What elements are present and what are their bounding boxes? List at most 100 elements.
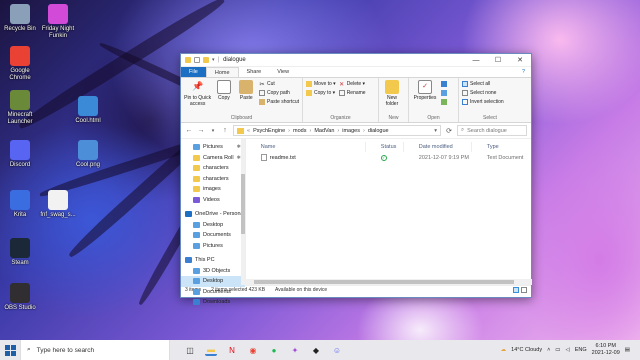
properties-quick-icon[interactable] xyxy=(194,57,200,63)
copy-to-button[interactable]: Copy to ▾ xyxy=(306,90,336,96)
address-dropdown-icon[interactable]: ▾ xyxy=(434,128,437,134)
nav-item[interactable]: OneDrive - Persona xyxy=(181,209,245,220)
desktop-icon[interactable]: Recycle Bin xyxy=(0,4,40,33)
title-bar[interactable]: ▾ | dialogue — ☐ ✕ xyxy=(181,54,531,67)
horizontal-scrollbar[interactable] xyxy=(245,279,532,285)
cut-button[interactable]: ✂ Cut xyxy=(259,81,299,88)
nav-item[interactable]: Pictures xyxy=(181,241,245,252)
start-button[interactable] xyxy=(0,340,20,360)
nav-item[interactable]: Camera Roll ✱ xyxy=(181,153,245,164)
weather-icon[interactable]: ☁ xyxy=(501,347,507,353)
desktop-icon[interactable]: Minecraft Launcher xyxy=(0,90,40,126)
desktop-icon[interactable]: Cool.html xyxy=(68,96,108,125)
file-explorer-window[interactable]: ▾ | dialogue — ☐ ✕ File Home Share View … xyxy=(180,53,532,306)
breadcrumb-segment[interactable]: dialogue xyxy=(368,128,389,134)
maximize-button[interactable]: ☐ xyxy=(487,54,509,67)
column-status[interactable]: Status xyxy=(366,141,404,152)
recent-locations-icon[interactable]: ▾ xyxy=(209,128,217,134)
table-row[interactable]: readme.txt ✓ 2021-12-07 9:19 PM Text Doc… xyxy=(246,152,532,163)
tab-file[interactable]: File xyxy=(181,67,206,77)
nav-scrollbar-thumb[interactable] xyxy=(240,174,245,234)
close-button[interactable]: ✕ xyxy=(509,54,531,67)
up-arrow-icon[interactable]: ↑ xyxy=(221,127,229,134)
nav-item[interactable]: Videos xyxy=(181,195,245,206)
nav-item[interactable]: Downloads xyxy=(181,297,245,308)
nav-item[interactable]: This PC xyxy=(181,255,245,266)
volume-icon[interactable]: ◁ xyxy=(566,347,570,353)
file-list[interactable]: Name Status Date modified Type readme.tx… xyxy=(245,139,532,285)
forward-arrow-icon[interactable]: → xyxy=(197,127,205,134)
delete-button[interactable]: ✕ Delete ▾ xyxy=(339,81,366,88)
chevron-down-icon[interactable]: ▾ xyxy=(212,57,215,63)
new-folder-quick-icon[interactable] xyxy=(203,57,209,63)
breadcrumb-overflow[interactable]: « xyxy=(247,128,250,134)
network-icon[interactable]: ▭ xyxy=(555,347,560,353)
horizontal-scrollbar-thumb[interactable] xyxy=(253,280,514,284)
tab-view[interactable]: View xyxy=(269,67,297,77)
desktop-icon[interactable]: Google Chrome xyxy=(0,46,40,82)
notifications-icon[interactable]: ▤ xyxy=(625,347,630,353)
select-all-button[interactable]: Select all xyxy=(462,81,504,87)
nav-item[interactable]: characters xyxy=(181,174,245,185)
large-icons-view-icon[interactable] xyxy=(521,287,527,293)
chevron-up-icon[interactable]: ˄ xyxy=(547,347,550,353)
nav-item[interactable]: 3D Objects xyxy=(181,266,245,277)
column-date-modified[interactable]: Date modified xyxy=(404,141,472,152)
spotify-icon[interactable]: ● xyxy=(268,344,280,356)
desktop-icon[interactable]: Krita xyxy=(0,190,40,219)
details-view-icon[interactable] xyxy=(513,287,519,293)
refresh-icon[interactable]: ⟳ xyxy=(445,127,453,135)
nav-item[interactable]: images xyxy=(181,184,245,195)
chrome-icon[interactable]: ◉ xyxy=(247,344,259,356)
paste-button[interactable]: Paste xyxy=(237,80,256,114)
search-box[interactable]: ⌕ Search dialogue xyxy=(457,125,527,136)
back-arrow-icon[interactable]: ← xyxy=(185,127,193,134)
breadcrumb-segment[interactable]: images xyxy=(342,128,360,134)
desktop-icon[interactable]: Friday Night Funkin xyxy=(38,4,78,40)
nav-item[interactable]: Desktop xyxy=(181,220,245,231)
new-folder-button[interactable]: New folder xyxy=(382,80,402,114)
column-name[interactable]: Name xyxy=(246,141,366,152)
nav-item[interactable]: Documents xyxy=(181,287,245,298)
tab-share[interactable]: Share xyxy=(239,67,270,77)
open-button[interactable] xyxy=(441,81,447,87)
breadcrumb-segment[interactable]: MadVan xyxy=(314,128,334,134)
desktop-icon[interactable]: fnf_swag_s... xyxy=(38,190,78,219)
minimize-button[interactable]: — xyxy=(465,54,487,67)
nav-item[interactable]: Desktop xyxy=(181,276,245,287)
roblox-icon[interactable]: ◆ xyxy=(310,344,322,356)
desktop-icon[interactable]: OBS Studio xyxy=(0,283,40,312)
tab-home[interactable]: Home xyxy=(205,67,239,77)
column-type[interactable]: Type xyxy=(472,142,532,152)
clock[interactable]: 6:10 PM 2021-12-09 xyxy=(592,343,620,357)
move-to-button[interactable]: Move to ▾ xyxy=(306,81,336,87)
breadcrumb-segment[interactable]: PsychEngine xyxy=(253,128,285,134)
address-bar[interactable]: « PsychEngine › mods › MadVan › images ›… xyxy=(233,125,441,136)
taskbar-search[interactable]: ⌕ Type here to search xyxy=(20,340,170,360)
invert-selection-button[interactable]: Invert selection xyxy=(462,99,504,105)
nav-scrollbar[interactable] xyxy=(240,139,245,285)
properties-button[interactable]: ✓ Properties xyxy=(412,80,438,114)
nav-item[interactable]: Documents xyxy=(181,230,245,241)
discord-icon[interactable]: ☺ xyxy=(331,344,343,356)
nav-item[interactable]: characters xyxy=(181,163,245,174)
edit-button[interactable] xyxy=(441,90,447,96)
desktop-icon[interactable]: Discord xyxy=(0,140,40,169)
copy-path-button[interactable]: Copy path xyxy=(259,90,299,96)
game-icon[interactable]: ✦ xyxy=(289,344,301,356)
select-none-button[interactable]: Select none xyxy=(462,90,504,96)
history-button[interactable] xyxy=(441,99,447,105)
language-indicator[interactable]: ENG xyxy=(575,347,587,353)
breadcrumb-segment[interactable]: mods xyxy=(293,128,306,134)
copy-button[interactable]: Copy xyxy=(214,80,233,114)
nav-item[interactable]: Pictures ✱ xyxy=(181,142,245,153)
netflix-icon[interactable]: N xyxy=(226,344,238,356)
paste-shortcut-button[interactable]: Paste shortcut xyxy=(259,99,299,105)
weather-text[interactable]: 14°C Cloudy xyxy=(511,347,542,353)
rename-button[interactable]: Rename xyxy=(338,90,366,96)
help-button[interactable]: ? xyxy=(516,67,531,77)
desktop-icon[interactable]: Steam xyxy=(0,238,40,267)
desktop-icon[interactable]: Cool.png xyxy=(68,140,108,169)
pin-quick-access-button[interactable]: 📌 Pin to Quick access xyxy=(184,80,211,114)
navigation-pane[interactable]: Pictures ✱ Camera Roll ✱ characters character… xyxy=(181,139,246,306)
